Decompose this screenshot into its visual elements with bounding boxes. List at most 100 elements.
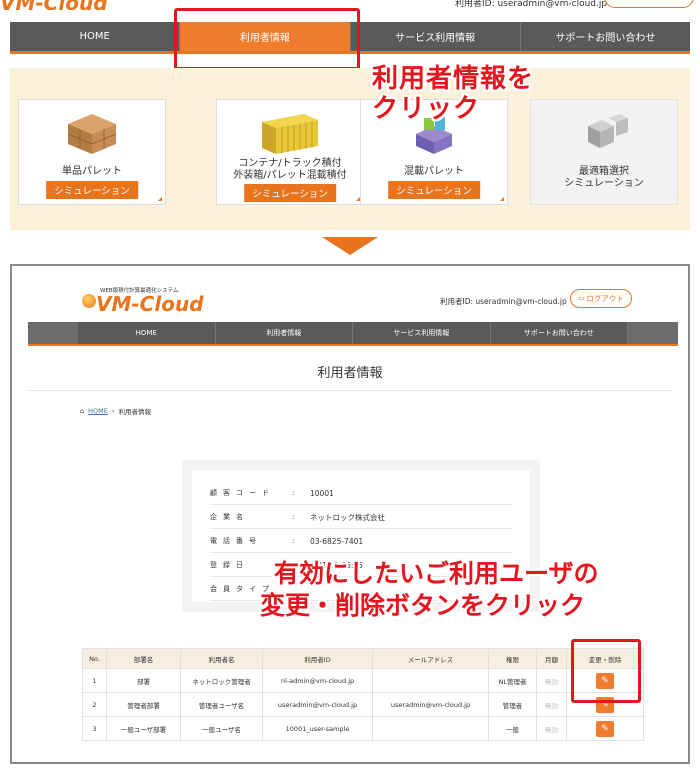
simulation-panel: 単品パレット シミュレーション コンテナ/トラック積付 外装箱/パレット混載積付… xyxy=(10,68,690,230)
edit-cell: ✎ xyxy=(566,716,644,741)
cell: 無効 xyxy=(536,668,567,693)
cell: 無効 xyxy=(536,716,567,741)
info-row-phone: 電話番号 : 03-6825-7401 xyxy=(210,530,512,553)
table-row: 2 管理者部署 管理者ユーザ名 useradmin@vm-cloud.jp us… xyxy=(82,692,644,717)
cell: 部署 xyxy=(106,668,181,693)
callout-click-edit: 有効にしたいご利用ユーザの 変更・削除ボタンをクリック xyxy=(260,558,599,622)
info-value: 10001 xyxy=(310,488,334,498)
breadcrumb-sep: › xyxy=(111,407,115,415)
card-title: 単品パレット xyxy=(62,166,122,177)
main-nav: HOME 利用者情報 サービス利用情報 サポートお問い合わせ xyxy=(28,322,678,346)
cell: 無効 xyxy=(536,692,567,717)
cell: 管理者ユーザ名 xyxy=(180,692,263,717)
boxes-gray-icon xyxy=(588,114,628,148)
boxes-pallet-icon xyxy=(67,114,117,154)
logout-label: ログアウト xyxy=(586,294,624,303)
nav-edge-right xyxy=(628,322,678,344)
nav-user-info[interactable]: 利用者情報 xyxy=(216,322,353,344)
card-title-line-2: シミュレーション xyxy=(564,178,644,189)
cell: 10001_user-sample xyxy=(262,716,373,741)
info-label: 企業名 xyxy=(210,513,249,521)
info-row-customer-code: 顧客コード : 10001 xyxy=(210,482,512,505)
cell: useradmin@vm-cloud.jp xyxy=(372,692,489,717)
info-row-company: 企業名 : ネットロック株式会社 xyxy=(210,506,512,529)
card-title: 混載パレット xyxy=(404,166,464,177)
corner-mark xyxy=(158,197,162,201)
callout-line-2: 変更・削除ボタンをクリック xyxy=(260,591,586,620)
cell: nl-admin@vm-cloud.jp xyxy=(262,668,373,693)
callout-line-1: 有効にしたいご利用ユーザの xyxy=(274,559,599,588)
top-user-id: 利用者ID: useradmin@vm-cloud.jp xyxy=(455,0,608,9)
cell: ネットロック管理者 xyxy=(180,668,263,693)
info-label: 顧客コード xyxy=(210,489,275,497)
corner-mark xyxy=(500,197,504,201)
card-title: 最適箱選択 シミュレーション xyxy=(531,166,677,190)
cell: 管理者部署 xyxy=(106,692,181,717)
cell: 3 xyxy=(82,716,107,741)
logout-button[interactable]: ⇦ ログアウト xyxy=(570,289,632,308)
cell xyxy=(372,668,489,693)
col-user-id: 利用者ID xyxy=(262,648,373,669)
container-icon xyxy=(262,114,318,154)
cell: 2 xyxy=(82,692,107,717)
breadcrumb-current: 利用者情報 xyxy=(118,408,151,416)
simulation-button[interactable]: シミュレーション xyxy=(388,181,480,199)
logo-mark xyxy=(82,294,96,308)
down-arrow xyxy=(322,237,378,255)
card-single-pallet[interactable]: 単品パレット シミュレーション xyxy=(18,99,166,205)
callout-line-1: 利用者情報を xyxy=(372,64,535,94)
callout-click-user-info: 利用者情報を クリック xyxy=(372,64,534,124)
card-title-line-1: 最適箱選択 xyxy=(579,166,629,177)
user-table: No. 部署名 利用者名 利用者ID メールアドレス 権限 月額 変更・削除 1… xyxy=(82,648,644,741)
cell: 一般ユーザ名 xyxy=(180,716,263,741)
cell: useradmin@vm-cloud.jp xyxy=(262,692,373,717)
nav-support[interactable]: サポートお問い合わせ xyxy=(491,322,628,344)
cell: 1 xyxy=(82,668,107,693)
card-title: コンテナ/トラック積付 外装箱/パレット混載積付 xyxy=(217,158,363,182)
info-label: 電話番号 xyxy=(210,537,262,545)
nav-home[interactable]: HOME xyxy=(78,322,216,344)
card-title-line-1: コンテナ/トラック積付 xyxy=(238,158,342,169)
card-optimal-box: 最適箱選択 シミュレーション xyxy=(530,99,678,205)
col-monthly: 月額 xyxy=(536,648,567,669)
home-icon: ⌂ xyxy=(80,407,85,415)
col-department: 部署名 xyxy=(106,648,181,669)
table-header-row: No. 部署名 利用者名 利用者ID メールアドレス 権限 月額 変更・削除 xyxy=(82,648,644,669)
table-row: 1 部署 ネットロック管理者 nl-admin@vm-cloud.jp NL管理… xyxy=(82,668,644,693)
user-id-label: 利用者ID: useradmin@vm-cloud.jp xyxy=(440,297,567,306)
highlight-edit-column xyxy=(571,639,641,703)
top-logout-button[interactable] xyxy=(604,0,694,8)
info-value: ネットロック株式会社 xyxy=(310,512,385,522)
info-value: 03-6825-7401 xyxy=(310,536,364,546)
nav-home[interactable]: HOME xyxy=(10,22,181,51)
logout-icon: ⇦ xyxy=(578,294,585,303)
cell: 一般 xyxy=(488,716,537,741)
simulation-button[interactable]: シミュレーション xyxy=(46,181,138,199)
nav-edge-left xyxy=(28,322,78,344)
top-logo: VM-Cloud xyxy=(0,0,140,10)
nav-service-usage[interactable]: サービス利用情報 xyxy=(351,22,521,51)
highlight-user-info-tab xyxy=(174,8,360,70)
logo-text: VM-Cloud xyxy=(96,292,204,316)
col-role: 権限 xyxy=(488,648,537,669)
nav-support[interactable]: サポートお問い合わせ xyxy=(521,22,690,51)
edit-icon[interactable]: ✎ xyxy=(596,720,614,737)
col-no: No. xyxy=(82,648,107,669)
user-info-screenshot: WEB版積付計算最適化システム VM-Cloud 利用者ID: useradmi… xyxy=(10,264,690,764)
cell: NL管理者 xyxy=(488,668,537,693)
page-title: 利用者情報 xyxy=(317,366,383,381)
info-colon: : xyxy=(292,489,295,497)
title-divider xyxy=(28,390,672,391)
breadcrumb-home[interactable]: HOME xyxy=(88,407,108,415)
simulation-button[interactable]: シミュレーション xyxy=(244,184,336,202)
cell: 管理者 xyxy=(488,692,537,717)
col-email: メールアドレス xyxy=(372,648,489,669)
callout-line-2: クリック xyxy=(372,94,481,124)
nav-service-usage[interactable]: サービス利用情報 xyxy=(353,322,491,344)
cell: 一般ユーザ部署 xyxy=(106,716,181,741)
info-colon: : xyxy=(292,537,295,545)
col-user-name: 利用者名 xyxy=(180,648,263,669)
cell xyxy=(372,716,489,741)
card-container-truck[interactable]: コンテナ/トラック積付 外装箱/パレット混載積付 シミュレーション xyxy=(216,99,364,205)
table-row: 3 一般ユーザ部署 一般ユーザ名 10001_user-sample 一般 無効… xyxy=(82,716,644,741)
